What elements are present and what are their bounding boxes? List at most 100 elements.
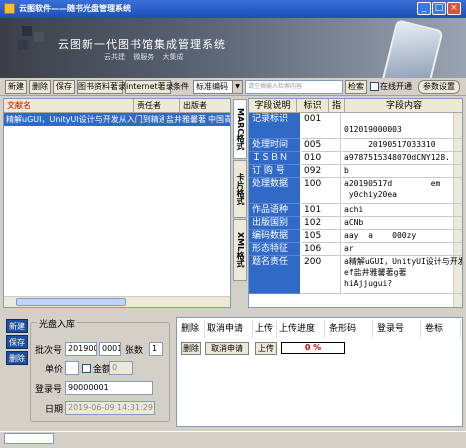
reg-number-field[interactable]: 90000001: [65, 381, 153, 395]
field-content[interactable]: achi: [342, 204, 462, 217]
condition-select[interactable]: 标准编码 ▼: [193, 80, 243, 94]
field-content[interactable]: ar: [342, 243, 462, 256]
field-content[interactable]: a9787515348070dCNY128.: [342, 152, 462, 165]
field-content[interactable]: a精解uGUI，UnityUI设计与开发从入门到精通 ef盐井雅馨著g著 hiA…: [342, 256, 462, 294]
col-content-header[interactable]: 字段内容: [345, 99, 462, 113]
upload-progress-bar: 0 %: [281, 342, 345, 354]
amount-checkbox[interactable]: [82, 364, 91, 373]
field-tag[interactable]: 001: [301, 113, 341, 139]
field-tag[interactable]: 010: [301, 152, 341, 165]
field-name[interactable]: 形态特征: [249, 243, 300, 256]
online-label: 在线开通: [380, 82, 412, 91]
col-title-header[interactable]: 文献名: [4, 99, 134, 113]
close-button[interactable]: ×: [447, 2, 461, 15]
batch-field[interactable]: 2019001: [65, 342, 97, 356]
field-name[interactable]: 编码数据: [249, 230, 300, 243]
field-content[interactable]: a20190517d em y0chiy20ea: [342, 178, 462, 204]
batch-label: 批次号: [35, 346, 63, 356]
marc-field-table: 字段说明 标识 指 字段内容 记录标识 001 012019000003 处理时间 0…: [248, 98, 463, 308]
minimize-button[interactable]: _: [417, 2, 431, 15]
status-field: [4, 433, 54, 444]
banner-subtitle: 云共建 微服务 大集成: [104, 53, 184, 61]
chevron-down-icon: ▼: [232, 81, 242, 93]
title-bar: 云图软件——随书光盘管理系统 _ □ ×: [0, 0, 466, 18]
book-row-title[interactable]: 精解uGUI，UnityUI设计与开发从入门到精通: [4, 113, 164, 126]
field-name[interactable]: 作品语种: [249, 204, 300, 217]
price-label: 单价: [45, 365, 64, 375]
field-content[interactable]: aCNb: [342, 217, 462, 230]
field-tag[interactable]: 106: [301, 243, 341, 256]
side-new-button[interactable]: 新建: [6, 319, 28, 333]
search-input[interactable]: 请空格输入检索内容: [245, 80, 343, 94]
col-barcode-header[interactable]: 条形码: [327, 320, 373, 338]
toolbar: 新建 删除 保存 图书资料著录 internet著录 条件 标准编码 ▼ 请空格…: [0, 78, 466, 96]
row-upload-button[interactable]: 上传: [255, 342, 277, 355]
banner-title: 云图新一代图书馆集成管理系统: [58, 38, 226, 51]
count-label: 张数: [125, 346, 144, 356]
field-content[interactable]: aay a 000zy: [342, 230, 462, 243]
disc-store-legend: 光盘入库: [37, 317, 78, 330]
book-row-publisher[interactable]: 中国青年: [206, 113, 230, 126]
field-name[interactable]: ＩＳＢＮ: [249, 152, 300, 165]
count-field[interactable]: 1: [149, 342, 163, 356]
col-cancel-header[interactable]: 取消申请: [205, 320, 253, 338]
batch-seq-field[interactable]: 0001: [99, 342, 121, 356]
tab-xml[interactable]: XML格式: [233, 219, 247, 281]
save-button[interactable]: 保存: [53, 80, 75, 94]
field-content[interactable]: 20190517033310: [342, 139, 462, 152]
field-content[interactable]: 012019000003: [342, 113, 462, 139]
col-publisher-header[interactable]: 出版者: [180, 99, 230, 113]
field-name[interactable]: 订 购 号: [249, 165, 300, 178]
scroll-thumb[interactable]: [16, 298, 126, 306]
field-tag[interactable]: 102: [301, 217, 341, 230]
field-tag[interactable]: 005: [301, 139, 341, 152]
col-progress-header[interactable]: 上传进度: [277, 320, 325, 338]
online-checkbox[interactable]: [370, 82, 379, 91]
amount-field[interactable]: 0: [109, 361, 133, 375]
horizontal-scrollbar[interactable]: [4, 296, 230, 307]
library-book-button[interactable]: 图书资料著录: [77, 80, 126, 94]
maximize-button[interactable]: □: [432, 2, 446, 15]
field-tag[interactable]: 092: [301, 165, 341, 178]
date-label: 日期: [45, 405, 64, 415]
col-delete-header[interactable]: 删除: [179, 320, 205, 338]
field-name[interactable]: 记录标识: [249, 113, 300, 139]
upload-panel: 删除 取消申请 上传 上传进度 条形码 登录号 卷标 删除 取消申请 上传 0 …: [176, 317, 463, 427]
field-content[interactable]: b: [342, 165, 462, 178]
internet-catalog-button[interactable]: internet著录: [125, 80, 174, 94]
status-bar: [0, 431, 466, 448]
field-name[interactable]: 出版国别: [249, 217, 300, 230]
field-tag[interactable]: 100: [301, 178, 341, 204]
price-field[interactable]: [65, 361, 79, 375]
col-field-desc-header[interactable]: 字段说明: [249, 99, 297, 113]
app-icon: [4, 3, 15, 14]
condition-label: 条件: [173, 82, 189, 91]
condition-value: 标准编码: [196, 82, 228, 91]
disc-store-group: 光盘入库 批次号 2019001 0001 张数 1 单价 金额 0 登录号 9…: [30, 317, 170, 422]
col-author-header[interactable]: 责任者: [134, 99, 180, 113]
col-reg-header[interactable]: 登录号: [375, 320, 421, 338]
col-upload-header[interactable]: 上传: [253, 320, 277, 338]
col-indicator-header[interactable]: 指: [329, 99, 345, 113]
field-tag[interactable]: 200: [301, 256, 341, 294]
field-name[interactable]: 处理时间: [249, 139, 300, 152]
search-button[interactable]: 检索: [345, 80, 367, 94]
field-name[interactable]: 处理数据: [249, 178, 300, 204]
tab-card[interactable]: 卡片格式: [233, 160, 247, 218]
field-tag[interactable]: 101: [301, 204, 341, 217]
col-volume-header[interactable]: 卷标: [423, 320, 461, 338]
row-cancel-button[interactable]: 取消申请: [205, 342, 249, 355]
new-button[interactable]: 新建: [5, 80, 27, 94]
delete-button[interactable]: 删除: [29, 80, 51, 94]
side-delete-button[interactable]: 删除: [6, 351, 28, 365]
settings-button[interactable]: 参数设置: [418, 80, 460, 94]
field-name[interactable]: 题名责任: [249, 256, 300, 294]
book-row-author[interactable]: 盐井雅馨著: [164, 113, 206, 126]
side-button-bar: 新建 保存 删除: [3, 317, 28, 427]
col-tag-header[interactable]: 标识: [297, 99, 329, 113]
field-tag[interactable]: 105: [301, 230, 341, 243]
tab-marc[interactable]: MARC格式: [233, 99, 247, 159]
row-delete-button[interactable]: 删除: [181, 342, 201, 355]
decor-square: [18, 40, 28, 50]
side-save-button[interactable]: 保存: [6, 335, 28, 349]
